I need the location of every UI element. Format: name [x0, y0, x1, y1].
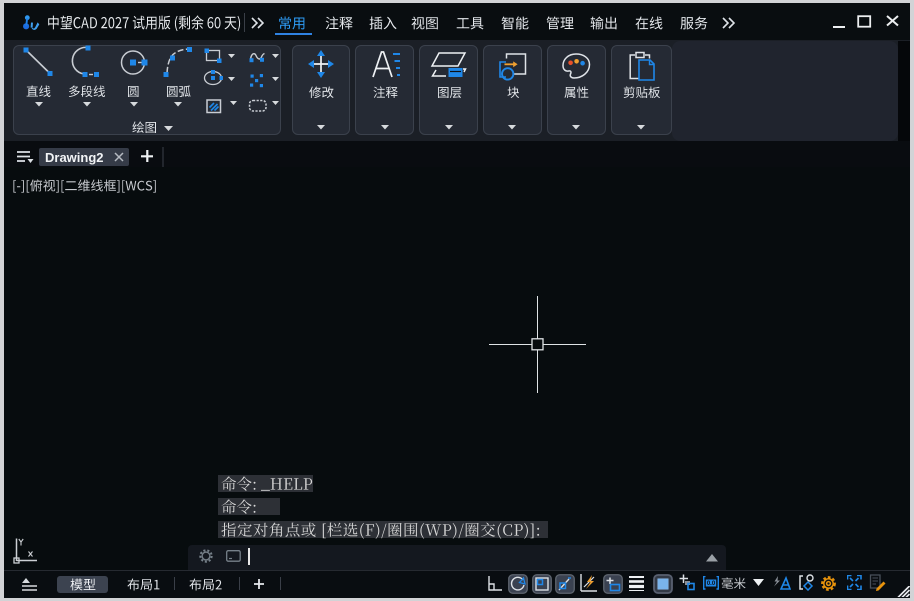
svg-text:0.0: 0.0	[707, 581, 716, 587]
